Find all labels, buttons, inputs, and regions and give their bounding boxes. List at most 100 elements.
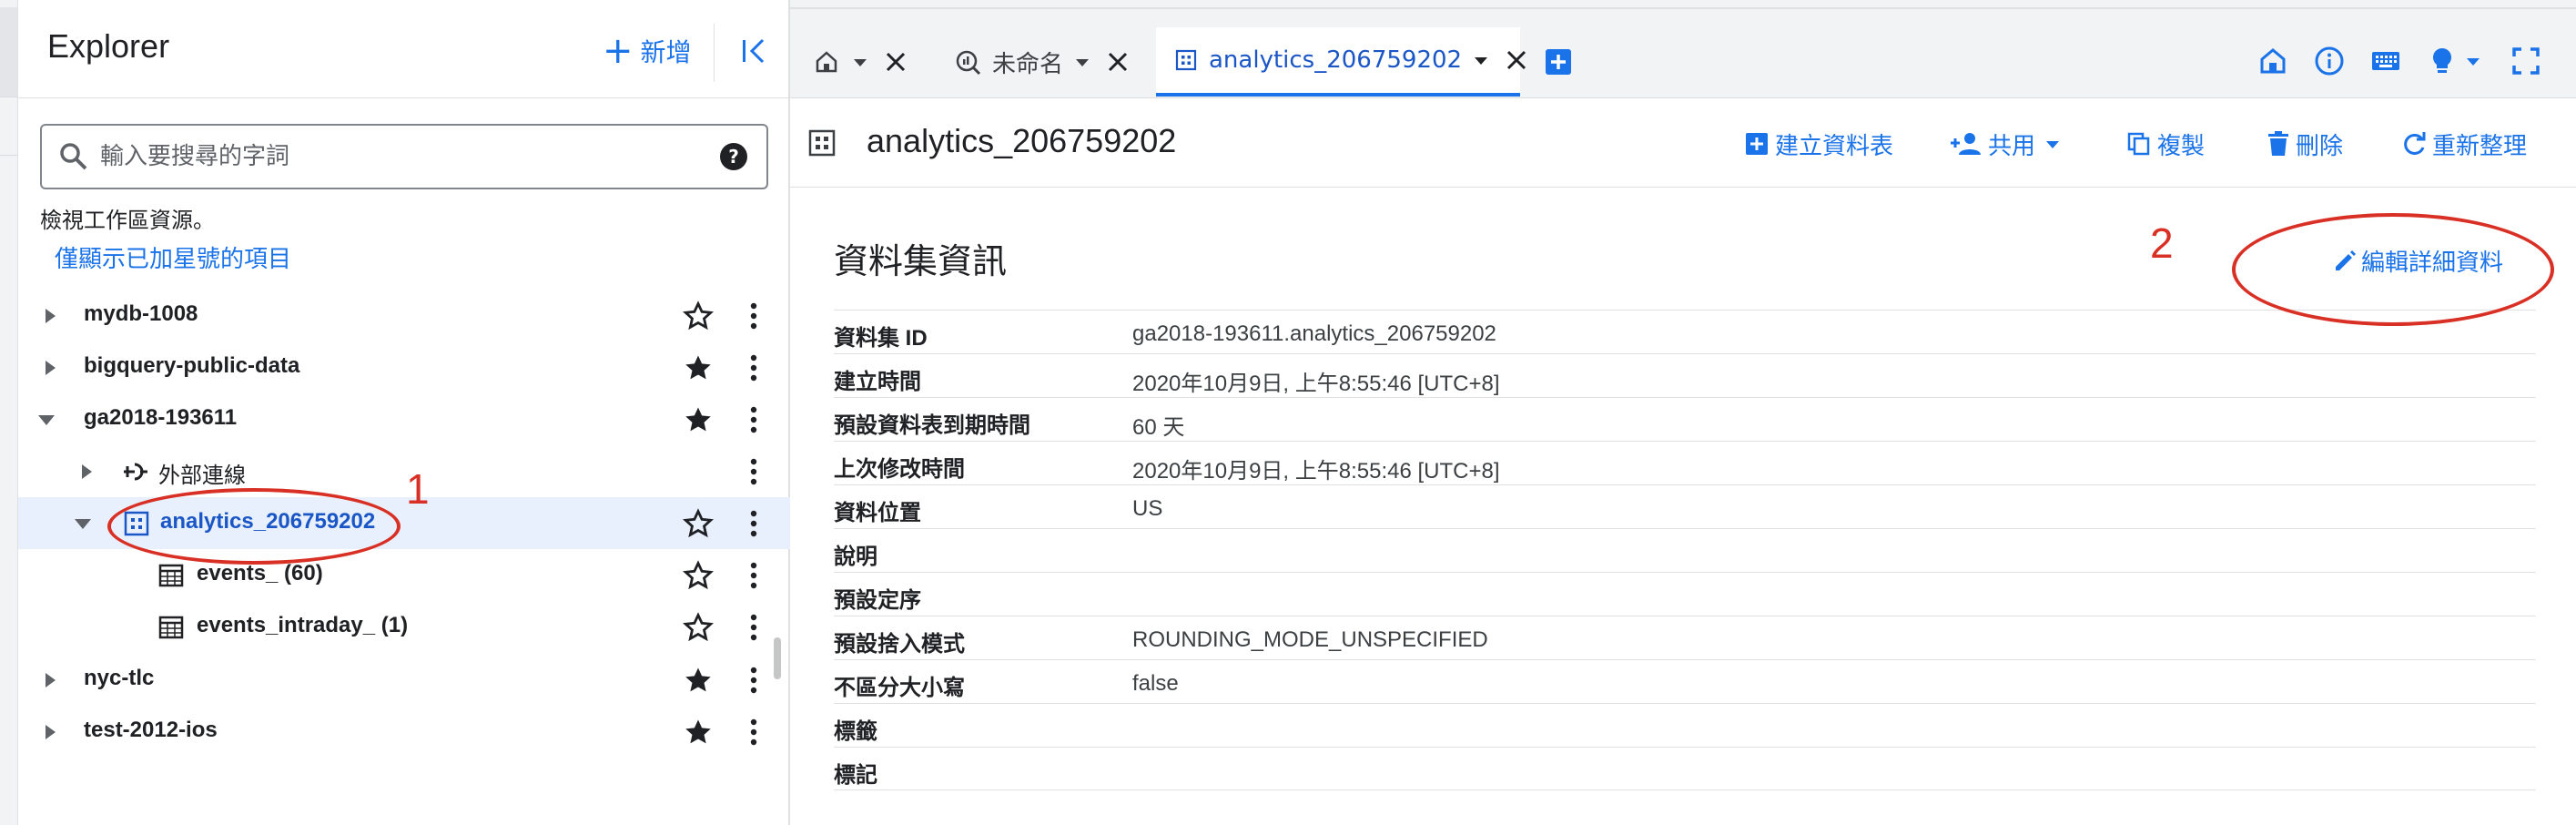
expand-arrow-icon[interactable] — [40, 306, 60, 326]
info-key: 資料集 ID — [834, 326, 928, 351]
section-title: 資料集資訊 — [834, 243, 1008, 281]
tab-strip: 未命名 analytics_206759202 — [790, 0, 2576, 98]
info-value: false — [1132, 671, 1179, 696]
refresh-button[interactable]: 重新整理 — [2401, 126, 2527, 162]
info-row-location: 資料位置 US — [834, 484, 2536, 528]
info-key: 上次修改時間 — [834, 457, 965, 482]
tree-item-mydb-1008[interactable]: mydb-1008 — [18, 290, 790, 341]
keyboard-icon[interactable] — [2370, 46, 2401, 76]
dataset-icon — [1175, 49, 1197, 71]
home-icon — [816, 51, 837, 73]
more-vert-icon[interactable] — [745, 665, 763, 696]
info-key: 預設捨入模式 — [834, 632, 965, 657]
close-icon[interactable] — [1504, 47, 1529, 73]
tree-item-analytics-206759202[interactable]: analytics_206759202 — [18, 497, 790, 549]
table-icon — [158, 616, 184, 639]
dataset-toolbar: analytics_206759202 建立資料表 共用 複製 刪除 重新整理 — [790, 98, 2576, 188]
tree-item-nyc-tlc[interactable]: nyc-tlc — [18, 654, 790, 706]
external-connection-icon — [124, 463, 147, 481]
explorer-header: Explorer + 新增 — [18, 0, 790, 98]
copy-button[interactable]: 複製 — [2126, 126, 2205, 162]
info-row-created: 建立時間 2020年10月9日, 上午8:55:46 [UTC+8] — [834, 353, 2536, 397]
more-vert-icon[interactable] — [745, 404, 763, 435]
collapse-panel-icon[interactable] — [735, 33, 772, 69]
star-filled-icon[interactable] — [683, 665, 714, 696]
table-icon — [158, 564, 184, 587]
home-icon[interactable] — [2257, 46, 2288, 76]
add-button[interactable]: + 新增 — [603, 31, 692, 71]
info-row-default-expiration: 預設資料表到期時間 60 天 — [834, 397, 2536, 441]
lightbulb-icon[interactable] — [2427, 46, 2458, 76]
explorer-panel: Explorer + 新增 ? 檢視工作區資源。 僅顯示已加星號的項目 mydb… — [18, 0, 790, 825]
expand-arrow-icon[interactable] — [40, 670, 60, 690]
tree-item-ga2018-193611[interactable]: ga2018-193611 — [18, 393, 790, 445]
search-box[interactable]: ? — [40, 124, 768, 189]
copy-icon — [2127, 132, 2150, 156]
more-vert-icon[interactable] — [745, 560, 763, 591]
copy-label: 複製 — [2157, 132, 2206, 160]
expand-arrow-icon[interactable] — [40, 722, 60, 742]
more-vert-icon[interactable] — [745, 612, 763, 643]
dataset-icon — [808, 129, 836, 157]
star-outline-icon[interactable] — [683, 300, 714, 331]
star-outline-icon[interactable] — [683, 508, 714, 539]
tree-item-events[interactable]: events_ (60) — [18, 549, 790, 601]
annotation-number-1: 1 — [406, 465, 430, 513]
star-outline-icon[interactable] — [683, 612, 714, 643]
fullscreen-icon[interactable] — [2510, 46, 2541, 76]
info-row-description: 說明 — [834, 528, 2536, 572]
explorer-title: Explorer — [47, 27, 170, 65]
tree-item-test-2012-ios[interactable]: test-2012-ios — [18, 706, 790, 758]
collapse-arrow-icon[interactable] — [73, 514, 93, 534]
help-icon[interactable]: ? — [719, 142, 748, 171]
more-vert-icon[interactable] — [745, 456, 763, 487]
star-outline-icon[interactable] — [683, 560, 714, 591]
expand-arrow-icon[interactable] — [40, 358, 60, 378]
chevron-down-icon[interactable] — [850, 52, 870, 72]
info-value: 2020年10月9日, 上午8:55:46 [UTC+8] — [1132, 372, 1500, 396]
star-filled-icon[interactable] — [683, 352, 714, 383]
info-row-default-collation: 預設定序 — [834, 572, 2536, 616]
more-vert-icon[interactable] — [745, 717, 763, 748]
new-tab-icon[interactable] — [1544, 47, 1573, 76]
chevron-down-icon[interactable] — [1471, 50, 1491, 70]
star-filled-icon[interactable] — [683, 404, 714, 435]
svg-text:?: ? — [728, 146, 739, 168]
close-icon[interactable] — [1105, 49, 1131, 75]
header-divider — [714, 24, 715, 82]
tree-item-external-connections[interactable]: 外部連線 — [18, 445, 790, 497]
more-vert-icon[interactable] — [745, 352, 763, 383]
close-icon[interactable] — [883, 49, 908, 75]
tab-home[interactable] — [808, 27, 927, 97]
dataset-icon — [124, 511, 149, 536]
search-input[interactable] — [100, 143, 701, 170]
tree-item-bigquery-public-data[interactable]: bigquery-public-data — [18, 341, 790, 393]
starred-only-link[interactable]: 僅顯示已加星號的項目 — [55, 240, 291, 274]
chevron-down-icon[interactable] — [2463, 51, 2483, 71]
left-navigation-strip — [0, 0, 18, 825]
info-key: 資料位置 — [834, 501, 921, 525]
plus-icon: + — [603, 30, 634, 72]
refresh-label: 重新整理 — [2432, 132, 2528, 160]
info-key: 標記 — [834, 763, 877, 788]
tab-analytics-206759202[interactable]: analytics_206759202 — [1156, 27, 1526, 97]
edit-details-label: 編輯詳細資料 — [2361, 250, 2504, 277]
chevron-down-icon[interactable] — [1072, 52, 1092, 72]
star-filled-icon[interactable] — [683, 717, 714, 748]
info-row-labels: 標籤 — [834, 703, 2536, 747]
query-icon — [956, 50, 981, 76]
tree-item-events-intraday[interactable]: events_intraday_ (1) — [18, 601, 790, 653]
info-value: ga2018-193611.analytics_206759202 — [1132, 321, 1496, 346]
delete-button[interactable]: 刪除 — [2267, 126, 2343, 162]
share-button[interactable]: 共用 — [1950, 126, 2068, 162]
explorer-scrollbar[interactable] — [774, 637, 781, 679]
more-vert-icon[interactable] — [745, 508, 763, 539]
tab-untitled[interactable]: 未命名 — [954, 27, 1172, 97]
info-icon[interactable] — [2314, 46, 2345, 76]
expand-arrow-icon[interactable] — [76, 462, 96, 482]
create-table-button[interactable]: 建立資料表 — [1744, 126, 1893, 162]
edit-details-button[interactable]: 編輯詳細資料 — [2332, 244, 2503, 278]
more-vert-icon[interactable] — [745, 300, 763, 331]
dataset-details-panel: analytics_206759202 建立資料表 共用 複製 刪除 重新整理 … — [790, 98, 2576, 825]
collapse-arrow-icon[interactable] — [36, 410, 56, 430]
